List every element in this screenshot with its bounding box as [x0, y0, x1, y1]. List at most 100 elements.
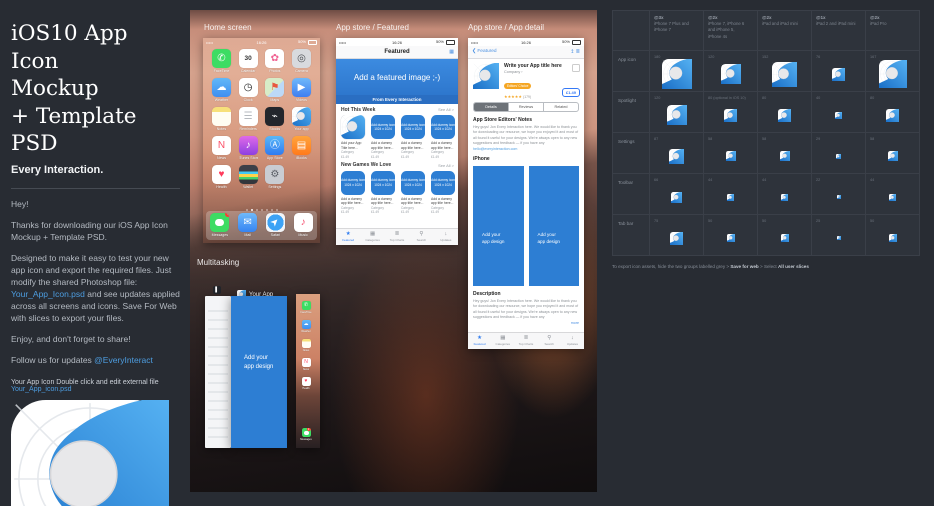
news-icon: N	[212, 136, 231, 155]
store-cell-dummy[interactable]: Add dummy icon 1024 x 1024Add a dummy ap…	[431, 171, 457, 216]
store-cell-dummy[interactable]: Add dummy icon 1024 x 1024Add a dummy ap…	[371, 115, 397, 160]
tab-categories[interactable]: ▦Categories	[491, 333, 514, 349]
company-link[interactable]: Company ›	[504, 70, 580, 74]
settings-icon: ⚙	[265, 165, 284, 184]
footer-mid: > Select	[759, 264, 778, 269]
size-cell-tab-bar: 25	[812, 215, 866, 256]
store-cell-dummy[interactable]: Add dummy icon 1024 x 1024Add a dummy ap…	[431, 115, 457, 160]
multitasking-your-app-card[interactable]: Add your app design	[231, 296, 287, 448]
your-app-icon-detail	[473, 63, 499, 94]
twitter-link[interactable]: @EveryInteract	[94, 355, 153, 365]
see-all-link[interactable]: See All >	[438, 107, 454, 112]
left-card-content	[208, 310, 228, 440]
tab-reviews[interactable]: Reviews	[508, 103, 543, 111]
app-label: Health	[212, 185, 231, 189]
your-app-icon	[667, 105, 687, 125]
footer-save-for-web: Save for web	[730, 264, 758, 269]
app-label: Camera	[292, 69, 311, 73]
tab-updates[interactable]: ↓Updates	[561, 333, 584, 349]
age-rating-box	[572, 64, 580, 72]
tab-label: Search	[409, 238, 433, 242]
tab-featured[interactable]: ★Featured	[468, 333, 491, 349]
price-button[interactable]: £1.49	[562, 88, 580, 97]
column-header--3x-iphone-7-plus-and: @3xiPhone 7 Plus and iPhone 7	[650, 11, 704, 51]
status-time: 16:26	[336, 40, 458, 45]
multitasking-home-card[interactable]: ✆FaceTime☁WeatherNotesNNews♥Health1Messa…	[296, 294, 320, 448]
multitasking-label: Multitasking	[197, 258, 239, 267]
row-label-toolbar: Toolbar	[613, 174, 650, 215]
tab-top-charts[interactable]: ≣Top Charts	[514, 333, 537, 349]
size-cell-tab-bar: 50	[758, 215, 812, 256]
tab-related[interactable]: Related	[543, 103, 578, 111]
notification-badge: 1	[307, 428, 311, 431]
your-app-icon	[832, 68, 845, 81]
dummy-app-icon: Add dummy icon 1024 x 1024	[401, 171, 425, 195]
store-app-title: Add a dummy app title here...	[371, 197, 397, 206]
history-icon[interactable]: ▦	[449, 49, 454, 55]
icon-preview	[866, 221, 919, 255]
mockup-canvas: Home screen App store / Featured App sto…	[190, 10, 597, 492]
dummy-app-icon: Add dummy icon 1024 x 1024	[431, 115, 455, 139]
tab-search[interactable]: ⚲Search	[409, 229, 433, 245]
scale-label: @1x	[816, 15, 862, 20]
chat-bubble-icon	[304, 431, 309, 435]
device-label: iPad and iPad mini	[762, 21, 808, 27]
your-app-icon	[886, 109, 899, 122]
icon-preview	[650, 139, 703, 173]
tab-categories[interactable]: ▦Categories	[360, 229, 384, 245]
app-icon-messages: 1Messages	[299, 428, 313, 441]
reminders-icon: ☰	[239, 107, 258, 126]
more-link[interactable]: more	[571, 321, 579, 325]
your-app-icon-large[interactable]	[11, 400, 169, 506]
see-all-link[interactable]: See All >	[438, 163, 454, 168]
screenshot-row: Add your app design Add your app design	[473, 166, 579, 286]
tab-search[interactable]: ⚲Search	[538, 333, 561, 349]
size-cell-toolbar: 44	[758, 174, 812, 215]
caption-psd-link[interactable]: Your_App_icon.psd	[11, 386, 71, 393]
tab-details[interactable]: Details	[474, 103, 508, 111]
app-label: iBooks	[292, 156, 311, 160]
icon-preview	[812, 98, 865, 132]
your-app-icon	[671, 192, 682, 203]
app-label: Stocks	[265, 127, 284, 131]
featured-icon: ★	[468, 335, 491, 341]
store-cell-dummy[interactable]: Add dummy icon 1024 x 1024Add a dummy ap…	[401, 115, 427, 160]
psd-file-link[interactable]: Your_App_Icon.psd	[11, 289, 85, 299]
tab-label: Categories	[491, 342, 514, 346]
store-cell-your-app[interactable]: Add your App Title here...Category£1.49	[341, 115, 367, 160]
store-cell-dummy[interactable]: Add dummy icon 1024 x 1024Add a dummy ap…	[401, 171, 427, 216]
section-header-hot: Hot This Week See All >	[336, 104, 458, 115]
store-app-price: £1.49	[431, 155, 457, 160]
app-detail-mockup: ••••• 16:26 50% ❮ Featured ↥ ≣ Write you…	[468, 38, 584, 349]
app-icon-camera: ◎Camera	[292, 49, 311, 73]
size-cell-spotlight: 80 (optional in iOS 10)	[704, 92, 758, 133]
mail-icon: ✉	[238, 213, 257, 232]
app-icon-app-store: ⒶApp Store	[265, 136, 284, 160]
categories-icon: ▦	[360, 231, 384, 237]
store-app-price: £1.49	[431, 210, 457, 215]
tab-top-charts[interactable]: ≣Top Charts	[385, 229, 409, 245]
tab-updates[interactable]: ↓Updates	[434, 229, 458, 245]
email-link[interactable]: hello@everyinteraction.com	[473, 147, 517, 151]
tab-featured[interactable]: ★Featured	[336, 229, 360, 245]
featured-hero-banner[interactable]: Add a featured image ;-)	[336, 59, 458, 95]
your-app-icon	[292, 107, 311, 126]
store-cell-dummy[interactable]: Add dummy icon 1024 x 1024Add a dummy ap…	[341, 171, 367, 216]
icon-preview	[812, 139, 865, 173]
app-icon-wallet: Wallet	[239, 165, 258, 189]
app-icon-music: ♪Music	[294, 213, 313, 237]
app-icon-reminders: ☰Reminders	[239, 107, 258, 131]
app-icon-notes: Notes	[212, 107, 231, 131]
multitasking-left-card[interactable]	[205, 296, 231, 448]
notes-icon	[302, 339, 311, 348]
icon-preview	[758, 98, 811, 132]
share-and-list-icons[interactable]: ↥ ≣	[570, 49, 580, 55]
messages-icon: 1	[302, 428, 311, 437]
size-cell-app-icon: 167	[866, 51, 920, 92]
back-button[interactable]: ❮ Featured	[472, 49, 497, 54]
app-header: Write your App title here Company › Edit…	[468, 59, 584, 99]
store-cell-dummy[interactable]: Add dummy icon 1024 x 1024Add a dummy ap…	[371, 171, 397, 216]
row-label-spotlight: Spotlight	[613, 92, 650, 133]
app-label: Wallet	[239, 185, 258, 189]
your-app-icon	[836, 154, 841, 159]
